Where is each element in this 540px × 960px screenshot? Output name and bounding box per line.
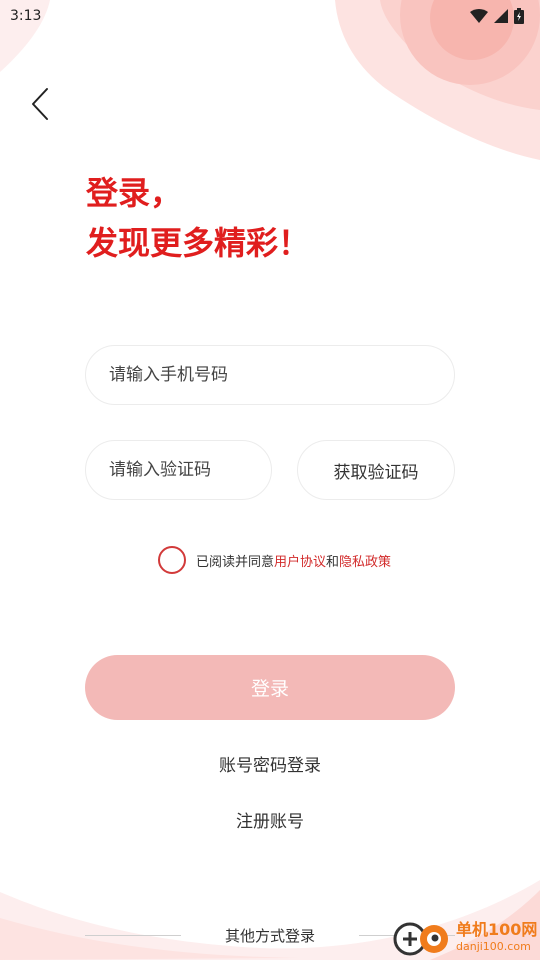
watermark-logo-icon (393, 922, 448, 956)
phone-field[interactable] (85, 345, 455, 405)
terms-link[interactable]: 用户协议 (274, 551, 326, 570)
phone-input[interactable] (109, 365, 454, 385)
title-line-1: 登录， (86, 174, 183, 212)
watermark-text: 单机100网 danji100.com (456, 920, 538, 953)
signal-icon (494, 9, 508, 23)
get-code-label: 获取验证码 (333, 462, 419, 483)
get-code-button[interactable]: 获取验证码 (297, 440, 455, 500)
page-title: 登录， 发现更多精彩！ (86, 168, 310, 268)
watermark-sub: danji100.com (456, 940, 531, 953)
agreement-checkbox[interactable] (158, 546, 186, 574)
other-login-label: 其他方式登录 (224, 926, 315, 945)
back-button[interactable] (20, 82, 60, 126)
register-link[interactable]: 注册账号 (0, 807, 540, 832)
title-line-2: 发现更多精彩！ (86, 224, 311, 262)
status-time: 3:13 (10, 8, 42, 24)
agreement-row: 已阅读并同意 用户协议 和 隐私政策 (158, 545, 391, 575)
watermark: 单机100网 danji100.com (390, 914, 540, 960)
divider-left (85, 934, 181, 936)
login-label: 登录 (250, 678, 289, 700)
privacy-link[interactable]: 隐私政策 (339, 551, 391, 570)
status-icons (470, 8, 524, 24)
code-input[interactable] (109, 460, 271, 480)
battery-icon (514, 8, 524, 24)
status-bar: 3:13 (0, 0, 540, 32)
login-button[interactable]: 登录 (85, 655, 455, 720)
chevron-left-icon (32, 88, 48, 120)
code-field[interactable] (85, 440, 272, 500)
watermark-title: 单机100网 (456, 920, 538, 939)
wifi-icon (470, 9, 488, 23)
agreement-and: 和 (326, 554, 340, 570)
password-login-link[interactable]: 账号密码登录 (0, 751, 540, 776)
agreement-prefix: 已阅读并同意 (196, 554, 275, 570)
